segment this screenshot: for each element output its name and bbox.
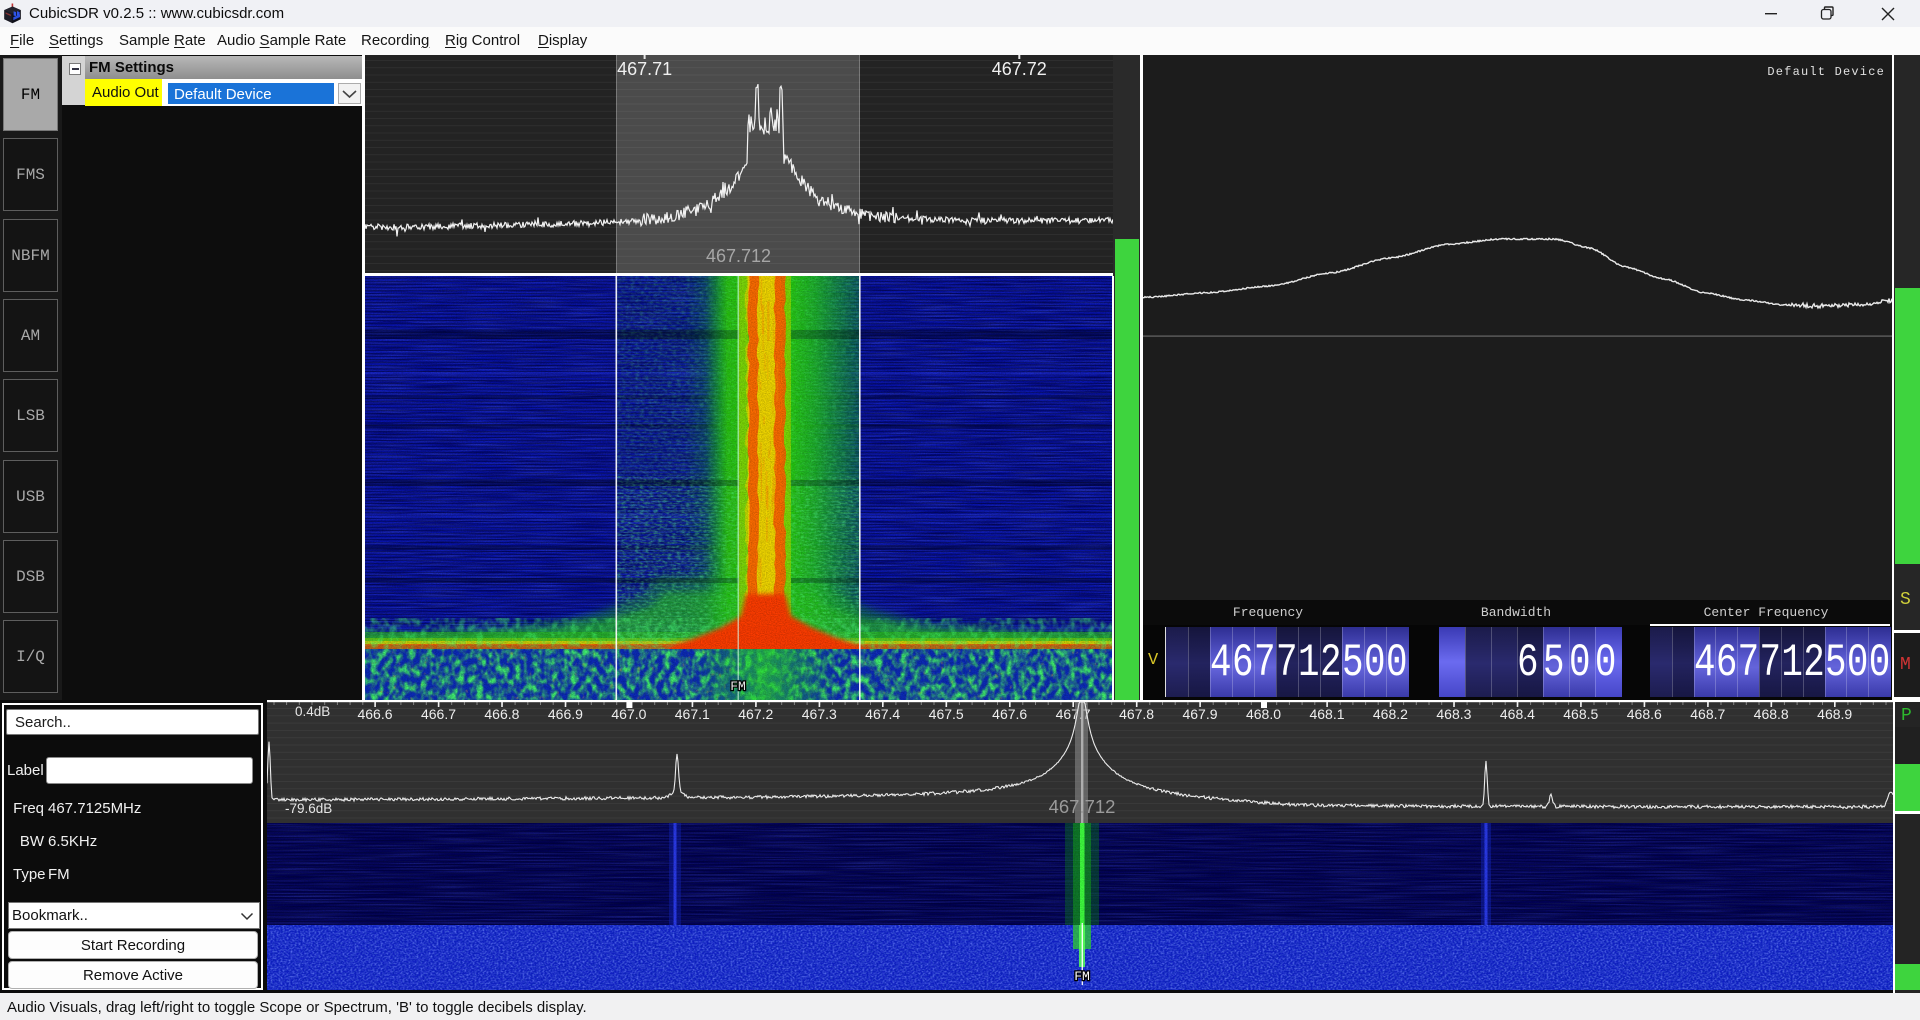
svg-text:-79.6dB: -79.6dB <box>285 801 332 816</box>
svg-text:467.0: 467.0 <box>611 706 646 722</box>
svg-text:468.1: 468.1 <box>1309 706 1344 722</box>
svg-text:468.2: 468.2 <box>1373 706 1408 722</box>
svg-text:466.6: 466.6 <box>357 706 392 722</box>
svg-text:468.7: 468.7 <box>1690 706 1725 722</box>
svg-text:467.5: 467.5 <box>929 706 964 722</box>
svg-text:468.3: 468.3 <box>1436 706 1471 722</box>
svg-text:468.6: 468.6 <box>1627 706 1662 722</box>
svg-text:FM: FM <box>730 679 746 694</box>
svg-text:466.9: 466.9 <box>548 706 583 722</box>
svg-text:468.0: 468.0 <box>1246 706 1281 722</box>
svg-text:467.2: 467.2 <box>738 706 773 722</box>
svg-text:FM: FM <box>1074 969 1090 984</box>
svg-text:Default Device: Default Device <box>1767 65 1885 79</box>
svg-text:468.4: 468.4 <box>1500 706 1535 722</box>
svg-text:467.712: 467.712 <box>1049 796 1116 817</box>
svg-text:466.7: 466.7 <box>421 706 456 722</box>
svg-text:468.9: 468.9 <box>1817 706 1852 722</box>
svg-text:468.8: 468.8 <box>1754 706 1789 722</box>
svg-text:0.4dB: 0.4dB <box>295 704 330 719</box>
svg-text:467.712: 467.712 <box>706 246 771 266</box>
svg-text:468.5: 468.5 <box>1563 706 1598 722</box>
svg-text:467.4: 467.4 <box>865 706 900 722</box>
svg-text:467.6: 467.6 <box>992 706 1027 722</box>
svg-text:467.71: 467.71 <box>617 59 672 79</box>
svg-text:467.3: 467.3 <box>802 706 837 722</box>
svg-text:466.8: 466.8 <box>484 706 519 722</box>
svg-text:467.9: 467.9 <box>1182 706 1217 722</box>
svg-text:467.1: 467.1 <box>675 706 710 722</box>
svg-text:467.72: 467.72 <box>992 59 1047 79</box>
svg-text:467.8: 467.8 <box>1119 706 1154 722</box>
